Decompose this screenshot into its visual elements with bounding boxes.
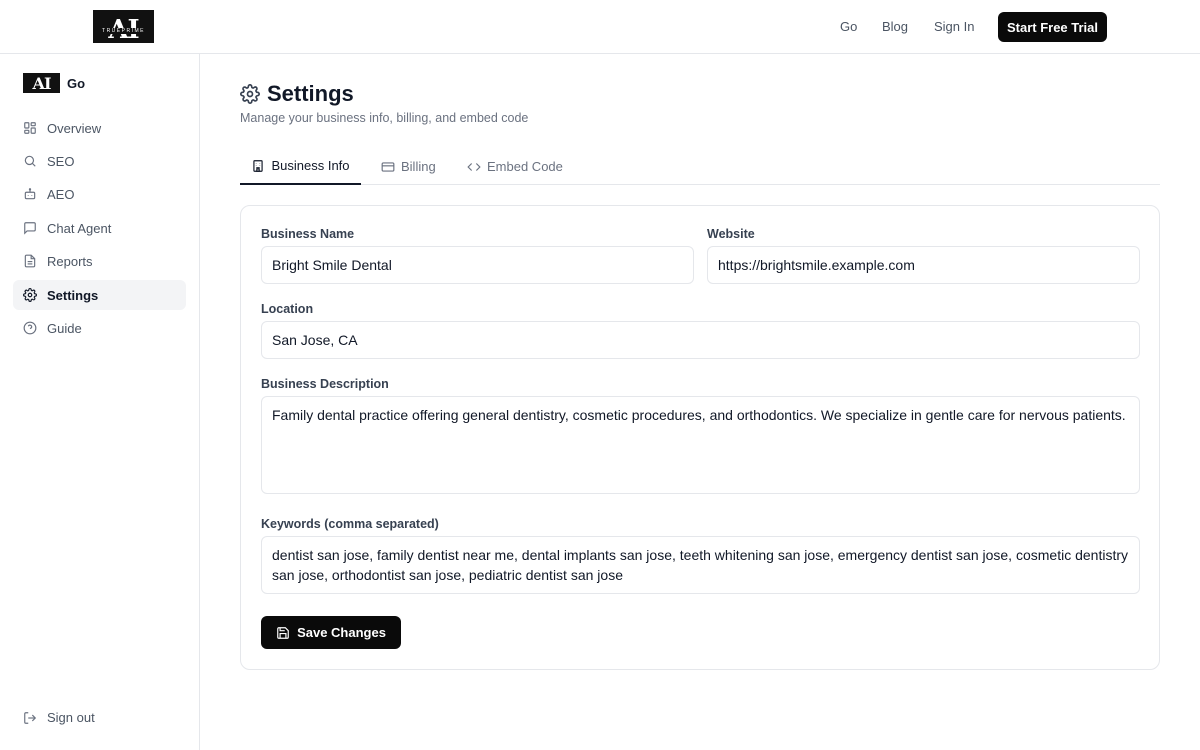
- sidebar-item-label: SEO: [47, 153, 75, 169]
- sidebar-brand[interactable]: AI Go: [23, 73, 85, 93]
- tab-embed-code[interactable]: Embed Code: [467, 148, 563, 185]
- sidebar-item-chat-agent[interactable]: Chat Agent: [13, 213, 186, 243]
- gear-icon: [240, 84, 260, 104]
- search-icon: [23, 154, 37, 168]
- nav-link-sign-in[interactable]: Sign In: [934, 19, 974, 34]
- sidebar-item-label: Overview: [47, 120, 102, 136]
- location-field[interactable]: [261, 321, 1140, 359]
- keywords-label: Keywords (comma separated): [261, 517, 439, 531]
- brand-logo[interactable]: AI TRUEPRIME: [93, 10, 154, 43]
- keywords-field[interactable]: dentist san jose, family dentist near me…: [261, 536, 1140, 594]
- business-info-form: Business Name Website Location Business …: [240, 205, 1160, 670]
- nav-link-blog[interactable]: Blog: [882, 19, 908, 34]
- business-name-label: Business Name: [261, 227, 355, 241]
- credit-card-icon: [381, 161, 395, 172]
- business-name-field[interactable]: [261, 246, 694, 284]
- save-icon: [277, 626, 289, 639]
- nav-link-go[interactable]: Go: [840, 19, 857, 34]
- page-header: Settings: [240, 81, 354, 107]
- tab-label: Embed Code: [487, 159, 563, 174]
- sidebar-item-aeo[interactable]: AEO: [13, 179, 186, 209]
- sidebar-logo: AI: [23, 73, 60, 93]
- sidebar-item-label: Reports: [47, 253, 93, 269]
- sidebar-item-reports[interactable]: Reports: [13, 246, 186, 276]
- building-icon: [253, 159, 264, 172]
- log-out-icon: [24, 711, 37, 724]
- sidebar-item-settings[interactable]: Settings: [13, 280, 186, 310]
- gear-icon: [23, 288, 37, 302]
- bot-icon: [23, 187, 37, 201]
- code-icon: [467, 162, 481, 171]
- page-subtitle: Manage your business info, billing, and …: [240, 111, 529, 125]
- description-field[interactable]: Family dental practice offering general …: [261, 396, 1140, 494]
- sidebar-brand-name: Go: [67, 75, 86, 91]
- logo-subtext: TRUEPRIME: [100, 28, 147, 34]
- sidebar-item-label: Chat Agent: [47, 220, 112, 236]
- tab-label: Business Info: [271, 158, 350, 173]
- sidebar-item-guide[interactable]: Guide: [13, 313, 186, 343]
- page-title: Settings: [267, 81, 354, 106]
- sidebar-item-overview[interactable]: Overview: [13, 113, 186, 143]
- tab-business-info[interactable]: Business Info: [240, 148, 361, 185]
- message-icon: [23, 221, 37, 235]
- sidebar-item-label: Settings: [47, 287, 99, 303]
- grid-icon: [23, 121, 37, 135]
- save-changes-button[interactable]: Save Changes: [261, 616, 401, 649]
- tab-label: Billing: [401, 159, 436, 174]
- location-label: Location: [261, 302, 314, 316]
- help-circle-icon: [23, 321, 37, 335]
- sidebar-item-seo[interactable]: SEO: [13, 146, 186, 176]
- save-changes-label: Save Changes: [297, 625, 386, 640]
- website-field[interactable]: [707, 246, 1140, 284]
- top-nav: AI TRUEPRIME Go Blog Sign In Start Free …: [0, 0, 1200, 54]
- start-free-trial-button[interactable]: Start Free Trial: [998, 12, 1107, 42]
- main-content: Settings Manage your business info, bill…: [200, 54, 1200, 750]
- sidebar: AI Go Overview SEO AEO Chat Agent Report…: [0, 54, 200, 750]
- sidebar-item-label: Guide: [47, 320, 82, 336]
- description-label: Business Description: [261, 377, 389, 391]
- website-label: Website: [707, 227, 755, 241]
- sidebar-item-label: AEO: [47, 186, 75, 202]
- settings-tabs: Business Info Billing Embed Code: [240, 148, 1160, 185]
- file-icon: [23, 254, 37, 268]
- tab-billing[interactable]: Billing: [381, 148, 436, 185]
- sign-out-button[interactable]: Sign out: [23, 710, 95, 725]
- sign-out-label: Sign out: [47, 710, 95, 725]
